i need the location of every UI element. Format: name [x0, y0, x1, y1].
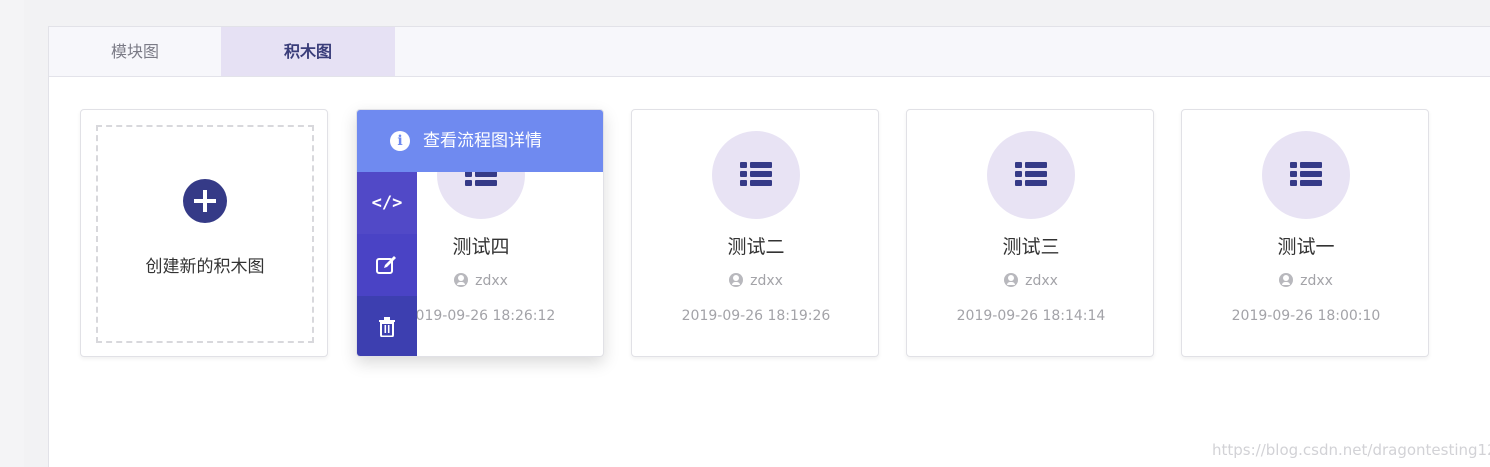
- info-icon: i: [390, 131, 410, 151]
- create-card[interactable]: 创建新的积木图: [80, 109, 328, 357]
- user-icon: [1004, 273, 1019, 287]
- main-panel: 模块图 积木图 创建新的积木图 测试四 zdxx 2019-09-26 18:2…: [48, 26, 1490, 467]
- author-name: zdxx: [750, 273, 783, 289]
- card-time: 2019-09-26 18:00:10: [1231, 308, 1381, 324]
- view-details-button[interactable]: i 查看流程图详情: [357, 110, 603, 172]
- dashed-border: [96, 125, 314, 343]
- card-author: zdxx: [632, 273, 880, 289]
- list-icon: [1015, 162, 1047, 186]
- diagram-card[interactable]: 测试三 zdxx 2019-09-26 18:14:14: [906, 109, 1154, 357]
- card-title: 测试三: [1002, 236, 1060, 258]
- card-title: 测试二: [727, 236, 785, 258]
- tab-bar: 模块图 积木图: [49, 27, 1490, 77]
- edit-icon[interactable]: [357, 234, 417, 296]
- diagram-card[interactable]: 测试一 zdxx 2019-09-26 18:00:10: [1181, 109, 1429, 357]
- card-time: 2019-09-26 18:14:14: [956, 308, 1106, 324]
- view-details-label: 查看流程图详情: [423, 131, 542, 151]
- create-label: 创建新的积木图: [145, 257, 265, 277]
- user-icon: [729, 273, 744, 287]
- author-name: zdxx: [1300, 273, 1333, 289]
- action-column: </>: [357, 172, 417, 356]
- list-icon: [740, 162, 772, 186]
- diagram-card[interactable]: 测试二 zdxx 2019-09-26 18:19:26: [631, 109, 879, 357]
- card-icon-circle: [1262, 131, 1350, 219]
- card-icon-circle: [712, 131, 800, 219]
- author-name: zdxx: [475, 273, 508, 289]
- card-author: zdxx: [1182, 273, 1430, 289]
- tab-module-diagram[interactable]: 模块图: [49, 27, 221, 76]
- card-time: 2019-09-26 18:19:26: [681, 308, 831, 324]
- code-icon[interactable]: </>: [357, 172, 417, 234]
- user-icon: [454, 273, 469, 287]
- author-name: zdxx: [1025, 273, 1058, 289]
- add-icon[interactable]: [183, 179, 227, 223]
- card-title: 测试一: [1277, 236, 1335, 258]
- diagram-card[interactable]: 测试四 zdxx 2019-09-26 18:26:12 i 查看流程图详情 <…: [356, 109, 604, 357]
- trash-icon[interactable]: [357, 296, 417, 356]
- tab-block-diagram[interactable]: 积木图: [221, 27, 395, 76]
- left-sidebar-edge: [0, 0, 24, 467]
- user-icon: [1279, 273, 1294, 287]
- watermark: https://blog.csdn.net/dragontesting123: [1212, 441, 1490, 459]
- card-icon-circle: [987, 131, 1075, 219]
- list-icon: [1290, 162, 1322, 186]
- card-author: zdxx: [907, 273, 1155, 289]
